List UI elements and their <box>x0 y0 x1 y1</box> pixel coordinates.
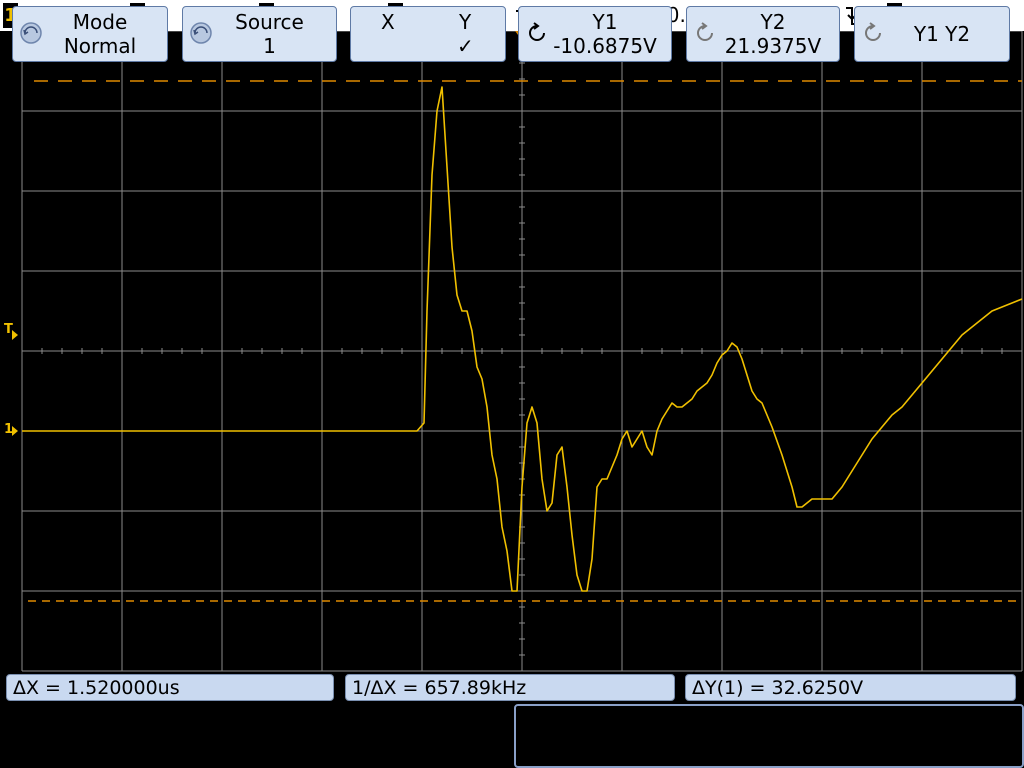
y2-label: Y2 <box>760 10 786 34</box>
waveform-graticule <box>12 31 1023 672</box>
cursor-knob-group <box>514 704 1024 768</box>
mode-label: Mode <box>72 10 128 34</box>
delta-x-readout: ΔX = 1.520000us <box>6 674 334 701</box>
y2-softkey[interactable]: Y2 21.9375V <box>686 6 840 62</box>
x-y-cursor-softkey[interactable]: X Y ✓ <box>350 6 506 62</box>
source-value: 1 <box>263 34 276 58</box>
inverse-delta-x-readout: 1/ΔX = 657.89kHz <box>345 674 675 701</box>
source-softkey[interactable]: Source 1 <box>182 6 337 62</box>
trigger-level-marker[interactable]: T <box>4 322 13 337</box>
y1-label: Y1 <box>592 10 618 34</box>
x-cursor-label: X <box>381 10 395 34</box>
y1-y2-label: Y1 Y2 <box>913 22 971 46</box>
delta-y-readout: ΔY(1) = 32.6250V <box>685 674 1016 701</box>
waveform-display[interactable]: T 1 <box>0 31 1024 673</box>
y1-y2-softkey[interactable]: Y1 Y2 <box>854 6 1010 62</box>
y-selected-check-icon: ✓ <box>457 34 474 58</box>
y2-value: 21.9375V <box>724 34 822 58</box>
mode-softkey[interactable]: Mode Normal <box>12 6 168 62</box>
y-cursor-label: Y <box>459 10 472 34</box>
mode-value: Normal <box>63 34 137 58</box>
y1-softkey[interactable]: Y1 -10.6875V <box>518 6 672 62</box>
y1-value: -10.6875V <box>553 34 657 58</box>
source-label: Source <box>235 10 304 34</box>
channel-1-ground-marker[interactable]: 1 <box>4 422 13 437</box>
